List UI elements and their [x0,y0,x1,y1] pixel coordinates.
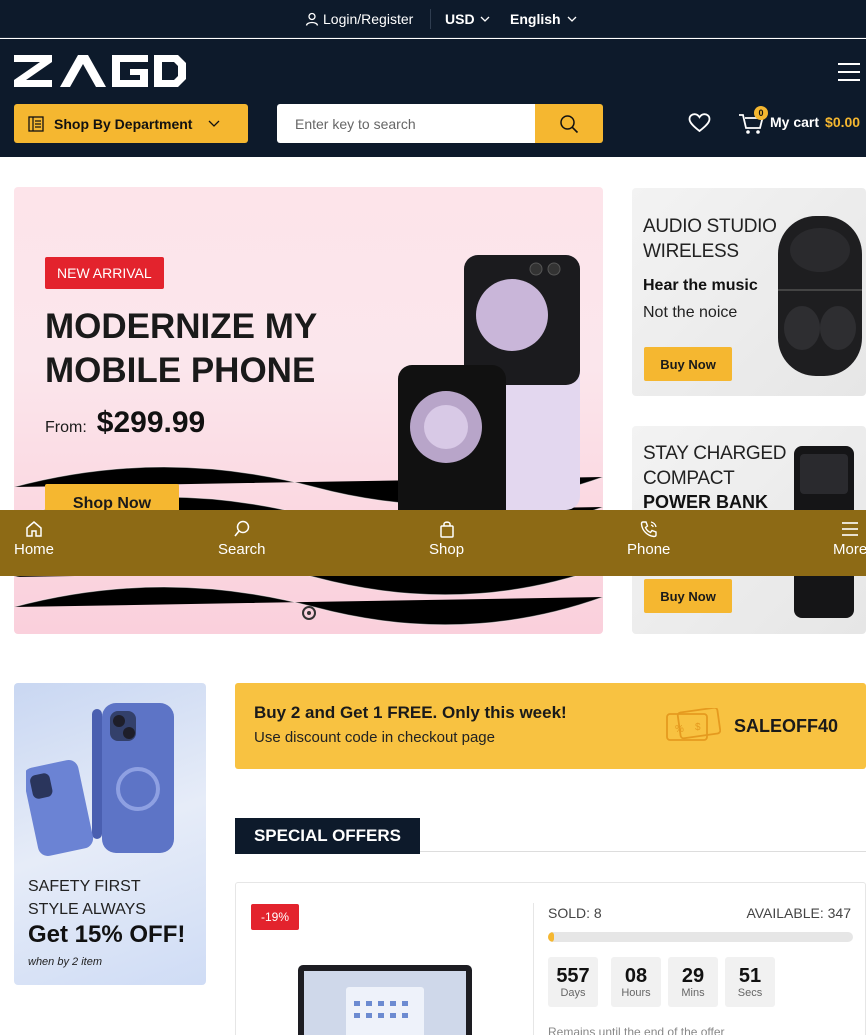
discount-badge: -19% [251,904,299,930]
home-icon [26,521,42,537]
search-icon [234,520,250,537]
stock-progress-fill [548,932,555,942]
laptop-image [298,965,472,1035]
search-button[interactable] [535,104,603,143]
nav-shop[interactable]: Shop [429,520,464,558]
phone-case-promo[interactable]: SAFETY FIRST STYLE ALWAYS Get 15% OFF! w… [14,683,206,985]
phone-case-image [26,703,174,856]
promo-note: when by 2 item [28,956,102,968]
page: Login/Register USD English Shop By Depar… [0,0,866,1035]
banner-line2: COMPACT [643,468,735,489]
banner-line2: WIRELESS [643,241,739,262]
countdown-secs: 51 Secs [725,957,775,1007]
search-icon [560,114,579,133]
divider [430,9,431,29]
language-select[interactable]: English [510,11,577,27]
promo-line1: SAFETY FIRST [28,878,141,895]
nav-more[interactable]: More [833,520,866,558]
banner-sub-line: Not the noice [643,304,738,321]
bag-icon [439,521,454,538]
hamburger-menu-icon[interactable] [838,63,860,81]
hero-title: MODERNIZE MY MOBILE PHONE [45,307,317,390]
list-icon [28,115,44,132]
earbuds-banner: AUDIO STUDIO WIRELESS Hear the music Not… [632,188,866,396]
countdown-hours: 08 Hours [611,957,661,1007]
chevron-down-icon [567,16,577,22]
zagd-logo [14,55,186,87]
hero-price: From: $299.99 [45,406,205,440]
countdown-days: 557 Days [548,957,598,1007]
cart-count-badge: 0 [754,106,768,120]
coupon-banner: Buy 2 and Get 1 FREE. Only this week! Us… [235,683,866,769]
price-from-label: From: [45,419,87,436]
chevron-down-icon [209,120,220,127]
special-offers-heading: SPECIAL OFFERS [235,818,420,854]
svg-text:$: $ [695,722,701,733]
currency-select[interactable]: USD [445,11,490,27]
cart-total: $0.00 [825,114,861,130]
nav-phone[interactable]: Phone [627,520,670,558]
cart-button[interactable]: 0 My cart $0.00 [738,106,861,135]
buy-now-button[interactable]: Buy Now [644,347,732,381]
banner-line1: AUDIO STUDIO [643,216,777,237]
search-input[interactable] [277,104,535,143]
stock-progress-bar [548,932,853,942]
main-header: Shop By Department 0 My cart $0.00 [0,39,866,157]
sold-count: SOLD: 8 [548,905,602,921]
coupon-subtitle: Use discount code in checkout page [254,729,495,746]
coupon-title: Buy 2 and Get 1 FREE. Only this week! [254,703,567,722]
divider [533,903,534,1035]
banner-bold-line: Hear the music [643,277,758,294]
countdown-mins: 29 Mins [668,957,718,1007]
coupon-ticket-icon: % $ [666,708,721,741]
coupon-code[interactable]: SALEOFF40 [734,716,838,737]
foldable-phone-image [398,255,580,537]
cart-label: My cart [770,114,820,130]
buy-now-button[interactable]: Buy Now [644,579,732,613]
mobile-bottom-nav: Home Search Shop Phone More [0,510,866,576]
new-arrival-badge: NEW ARRIVAL [45,257,164,289]
divider [420,851,866,852]
login-register-link[interactable]: Login/Register [305,11,413,27]
promo-headline: Get 15% OFF! [28,921,186,948]
chevron-down-icon [480,16,490,22]
price-value: $299.99 [96,406,206,439]
search-bar [277,104,603,143]
top-bar: Login/Register USD English [0,0,866,38]
wishlist-button[interactable] [688,113,711,138]
promo-line2: STYLE ALWAYS [28,901,146,918]
site-logo[interactable] [14,55,186,92]
svg-text:%: % [675,724,684,735]
heart-icon [688,113,711,133]
shop-by-department-button[interactable]: Shop By Department [14,104,248,143]
banner-line1: STAY CHARGED [643,443,787,464]
phone-icon [640,521,657,538]
nav-home[interactable]: Home [14,520,54,558]
carousel-indicator[interactable] [302,606,316,620]
menu-icon [842,522,859,536]
earbuds-image [778,216,862,376]
offer-remaining-text: Remains until the end of the offer [548,1025,725,1035]
deal-card[interactable]: -19% SOLD: 8 AVAILABLE: 347 557 Days 08 … [235,882,866,1035]
available-count: AVAILABLE: 347 [746,905,851,921]
user-icon [305,12,319,26]
nav-search[interactable]: Search [218,520,266,558]
